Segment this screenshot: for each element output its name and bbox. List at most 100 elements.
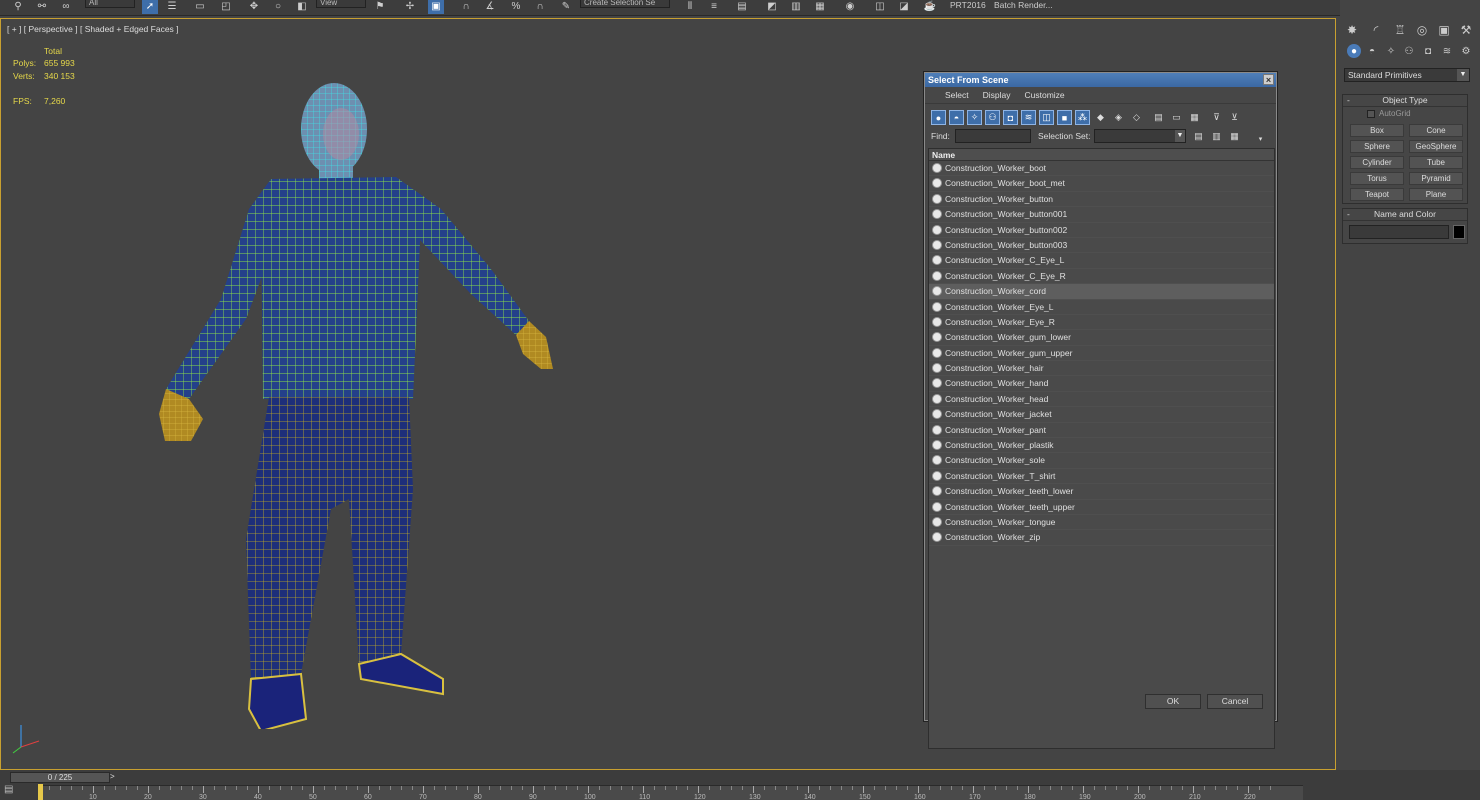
sphere-button[interactable]: Sphere: [1350, 140, 1404, 153]
scene-object-list[interactable]: Name Construction_Worker_boot Constructio…: [928, 148, 1275, 749]
list-item[interactable]: Construction_Worker_head: [929, 392, 1274, 408]
select-invert-icon[interactable]: ▦: [1187, 110, 1202, 125]
render-setup-icon[interactable]: ◫: [872, 0, 888, 14]
cylinder-button[interactable]: Cylinder: [1350, 156, 1404, 169]
list-item[interactable]: Construction_Worker_hand: [929, 376, 1274, 392]
menu-customize[interactable]: Customize: [1018, 90, 1072, 100]
list-item[interactable]: Construction_Worker_pant: [929, 423, 1274, 439]
select-all-icon[interactable]: ▤: [1151, 110, 1166, 125]
list-item[interactable]: Construction_Worker_boot: [929, 161, 1274, 177]
bind-space-warp-icon[interactable]: ∞: [58, 0, 74, 14]
geosphere-button[interactable]: GeoSphere: [1409, 140, 1463, 153]
dialog-title-bar[interactable]: Select From Scene ×: [925, 73, 1276, 87]
rendered-frame-window-icon[interactable]: ◪: [896, 0, 912, 14]
list-item[interactable]: Construction_Worker_hair: [929, 361, 1274, 377]
display-geometry-icon[interactable]: ●: [931, 110, 946, 125]
display-containers-icon[interactable]: ◆: [1093, 110, 1108, 125]
filter-icon[interactable]: ⊽: [1209, 110, 1224, 125]
keyboard-shortcut-override-icon[interactable]: ▣: [428, 0, 444, 14]
options-chevron-icon[interactable]: ▾: [1253, 131, 1268, 146]
remove-selection-set-icon[interactable]: ▦: [1227, 129, 1242, 144]
torus-button[interactable]: Torus: [1350, 172, 1404, 185]
select-none-icon[interactable]: ▭: [1169, 110, 1184, 125]
close-icon[interactable]: ×: [1263, 74, 1274, 85]
track-bar[interactable]: 10 20 30 40 50 60 70 80 90 100 110 120 130 140 150 160 1…: [38, 785, 1303, 800]
systems-icon[interactable]: ⚙: [1459, 44, 1473, 58]
list-item[interactable]: Construction_Worker_C_Eye_L: [929, 253, 1274, 269]
cancel-button[interactable]: Cancel: [1207, 694, 1263, 709]
layer-manager-icon[interactable]: ▤: [734, 0, 750, 14]
selection-filter-dropdown[interactable]: All: [85, 0, 135, 8]
list-item[interactable]: Construction_Worker_gum_upper: [929, 346, 1274, 362]
space-warps-icon[interactable]: ≋: [1440, 44, 1454, 58]
schematic-view-icon[interactable]: ▦: [812, 0, 828, 14]
selection-set-dropdown[interactable]: ▼: [1094, 129, 1186, 143]
material-editor-icon[interactable]: ◉: [842, 0, 858, 14]
cone-button[interactable]: Cone: [1409, 124, 1463, 137]
snaps-toggle-icon[interactable]: ∩: [458, 0, 474, 14]
named-selection-set-dropdown[interactable]: Create Selection Se: [580, 0, 670, 8]
list-item[interactable]: Construction_Worker_button: [929, 192, 1274, 208]
move-icon[interactable]: ✥: [246, 0, 262, 14]
rotate-icon[interactable]: ○: [270, 0, 286, 14]
list-item[interactable]: Construction_Worker_C_Eye_R: [929, 269, 1274, 285]
viewport-label[interactable]: [ + ] [ Perspective ] [ Shaded + Edged F…: [7, 24, 179, 34]
next-frame-button[interactable]: >: [110, 772, 120, 783]
reference-coordinate-dropdown[interactable]: View: [316, 0, 366, 8]
list-item[interactable]: Construction_Worker_plastik: [929, 438, 1274, 454]
spinner-snap-icon[interactable]: ∩: [532, 0, 548, 14]
name-column-header[interactable]: Name: [929, 149, 1274, 161]
display-tab-icon[interactable]: ▣: [1436, 22, 1452, 38]
list-item[interactable]: Construction_Worker_zip: [929, 530, 1274, 546]
autogrid-checkbox[interactable]: AutoGrid: [1367, 109, 1411, 118]
object-name-field[interactable]: [1349, 225, 1449, 239]
display-cameras-icon[interactable]: ⚇: [985, 110, 1000, 125]
list-item[interactable]: Construction_Worker_button001: [929, 207, 1274, 223]
render-production-icon[interactable]: ☕: [922, 0, 938, 14]
mirror-icon[interactable]: ⫴: [682, 0, 698, 14]
utilities-tab-icon[interactable]: ⚒: [1458, 22, 1474, 38]
display-xrefs-icon[interactable]: ■: [1057, 110, 1072, 125]
display-helpers-icon[interactable]: ◘: [1003, 110, 1018, 125]
select-object-icon[interactable]: ➚: [142, 0, 158, 14]
list-item[interactable]: Construction_Worker_Eye_L: [929, 300, 1274, 315]
menu-select[interactable]: Select: [938, 90, 976, 100]
lights-icon[interactable]: ✧: [1384, 44, 1398, 58]
batch-render-button[interactable]: Batch Render...: [994, 0, 1053, 12]
shapes-icon[interactable]: ◓: [1365, 44, 1379, 58]
tube-button[interactable]: Tube: [1409, 156, 1463, 169]
edit-named-selection-icon[interactable]: ✎: [558, 0, 574, 14]
geometry-icon[interactable]: ●: [1347, 44, 1361, 58]
display-lights-icon[interactable]: ✧: [967, 110, 982, 125]
name-and-color-header[interactable]: - Name and Color: [1343, 209, 1467, 221]
teapot-button[interactable]: Teapot: [1350, 188, 1404, 201]
unlink-icon[interactable]: ⚯: [34, 0, 50, 14]
prt-label[interactable]: PRT2016: [950, 0, 986, 12]
list-item[interactable]: Construction_Worker_Eye_R: [929, 315, 1274, 331]
graphite-tools-icon[interactable]: ◩: [764, 0, 780, 14]
find-input[interactable]: [955, 129, 1031, 143]
list-item[interactable]: Construction_Worker_boot_met: [929, 176, 1274, 192]
time-slider[interactable]: 0 / 225: [10, 772, 110, 783]
list-item[interactable]: Construction_Worker_gum_lower: [929, 330, 1274, 346]
percent-snap-icon[interactable]: %: [508, 0, 524, 14]
window-crossing-icon[interactable]: ◰: [218, 0, 234, 14]
align-icon[interactable]: ≡: [706, 0, 722, 14]
modify-tab-icon[interactable]: ◜: [1368, 22, 1384, 38]
ok-button[interactable]: OK: [1145, 694, 1201, 709]
menu-display[interactable]: Display: [976, 90, 1018, 100]
hierarchy-tab-icon[interactable]: ♖: [1392, 22, 1408, 38]
construction-worker-model[interactable]: [151, 69, 571, 729]
list-item[interactable]: Construction_Worker_button003: [929, 238, 1274, 254]
track-bar-icon[interactable]: ▤: [4, 784, 20, 798]
link-icon[interactable]: ⚲: [10, 0, 26, 14]
display-frozen-icon[interactable]: ◈: [1111, 110, 1126, 125]
display-groups-icon[interactable]: ◫: [1039, 110, 1054, 125]
time-cursor[interactable]: [38, 784, 43, 800]
create-selection-set-icon[interactable]: ▤: [1191, 129, 1206, 144]
rectangular-selection-icon[interactable]: ▭: [192, 0, 208, 14]
list-item[interactable]: Construction_Worker_button002: [929, 223, 1274, 238]
helpers-icon[interactable]: ◘: [1421, 44, 1435, 58]
angle-snap-icon[interactable]: ∡: [482, 0, 498, 14]
edit-selection-set-icon[interactable]: ▥: [1209, 129, 1224, 144]
